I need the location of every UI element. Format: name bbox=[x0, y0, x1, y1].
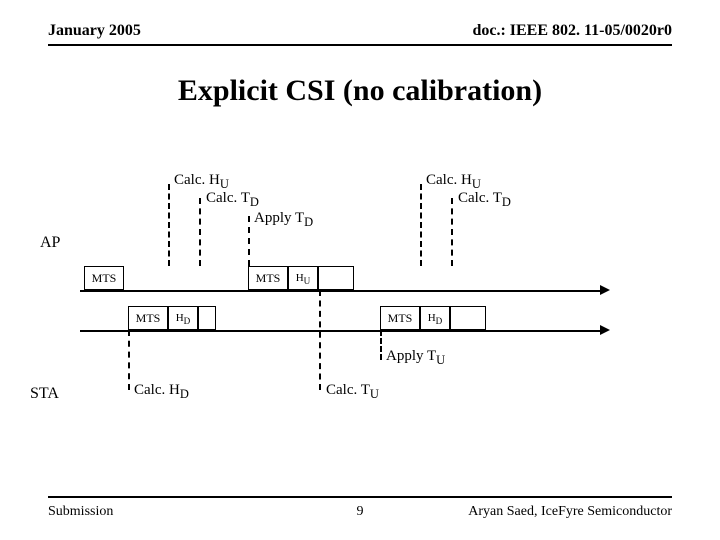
vline-calc-hu-1 bbox=[168, 184, 170, 266]
vline-calc-hd bbox=[128, 330, 130, 390]
label-calc-hd: Calc. HD bbox=[134, 382, 189, 402]
vline-calc-td-1 bbox=[199, 198, 201, 266]
page-footer: Submission 9 Aryan Saed, IceFyre Semicon… bbox=[48, 504, 672, 520]
sta-gap-1 bbox=[198, 306, 216, 330]
header-rule bbox=[48, 44, 672, 46]
footer-rule bbox=[48, 496, 672, 498]
header-doc-id: doc.: IEEE 802. 11-05/0020r0 bbox=[472, 22, 672, 40]
hd-sub-2: D bbox=[436, 316, 443, 326]
hd-sub: D bbox=[184, 316, 191, 326]
label-apply-td: Apply TD bbox=[254, 210, 313, 230]
ap-hu-1: HU bbox=[288, 266, 318, 290]
label-calc-hu-2: Calc. HU bbox=[426, 172, 481, 192]
label-calc-hu-1: Calc. HU bbox=[174, 172, 229, 192]
slide-title: Explicit CSI (no calibration) bbox=[0, 74, 720, 108]
hu-label: H bbox=[296, 272, 304, 284]
ap-mts-1: MTS bbox=[84, 266, 124, 290]
vline-calc-tu bbox=[319, 290, 321, 390]
ap-timeline-arrow bbox=[600, 285, 610, 295]
label-calc-tu: Calc. TU bbox=[326, 382, 379, 402]
row-label-ap: AP bbox=[40, 234, 60, 252]
vline-calc-hu-2 bbox=[420, 184, 422, 266]
row-label-sta: STA bbox=[30, 385, 59, 403]
vline-apply-td bbox=[248, 216, 250, 266]
sta-hd-1: HD bbox=[168, 306, 198, 330]
sta-hd-2: HD bbox=[420, 306, 450, 330]
sta-mts-1: MTS bbox=[128, 306, 168, 330]
hu-sub: U bbox=[304, 276, 311, 286]
ap-mts-2: MTS bbox=[248, 266, 288, 290]
sta-mts-2: MTS bbox=[380, 306, 420, 330]
label-apply-tu: Apply TU bbox=[386, 348, 445, 368]
vline-apply-tu bbox=[380, 330, 382, 360]
timing-diagram: AP STA MTS MTS HD MTS HU MTS HD bbox=[80, 170, 640, 420]
ap-trailing-1 bbox=[318, 266, 354, 290]
label-calc-td-2: Calc. TD bbox=[458, 190, 511, 210]
hd-label: H bbox=[176, 312, 184, 324]
header-date: January 2005 bbox=[48, 22, 141, 40]
sta-timeline bbox=[80, 330, 600, 332]
sta-timeline-arrow bbox=[600, 325, 610, 335]
sta-trailing-2 bbox=[450, 306, 486, 330]
hd-label-2: H bbox=[428, 312, 436, 324]
page-header: January 2005 doc.: IEEE 802. 11-05/0020r… bbox=[48, 22, 672, 40]
ap-timeline bbox=[80, 290, 600, 292]
vline-calc-td-2 bbox=[451, 198, 453, 266]
label-calc-td-1: Calc. TD bbox=[206, 190, 259, 210]
footer-page-number: 9 bbox=[48, 504, 672, 520]
